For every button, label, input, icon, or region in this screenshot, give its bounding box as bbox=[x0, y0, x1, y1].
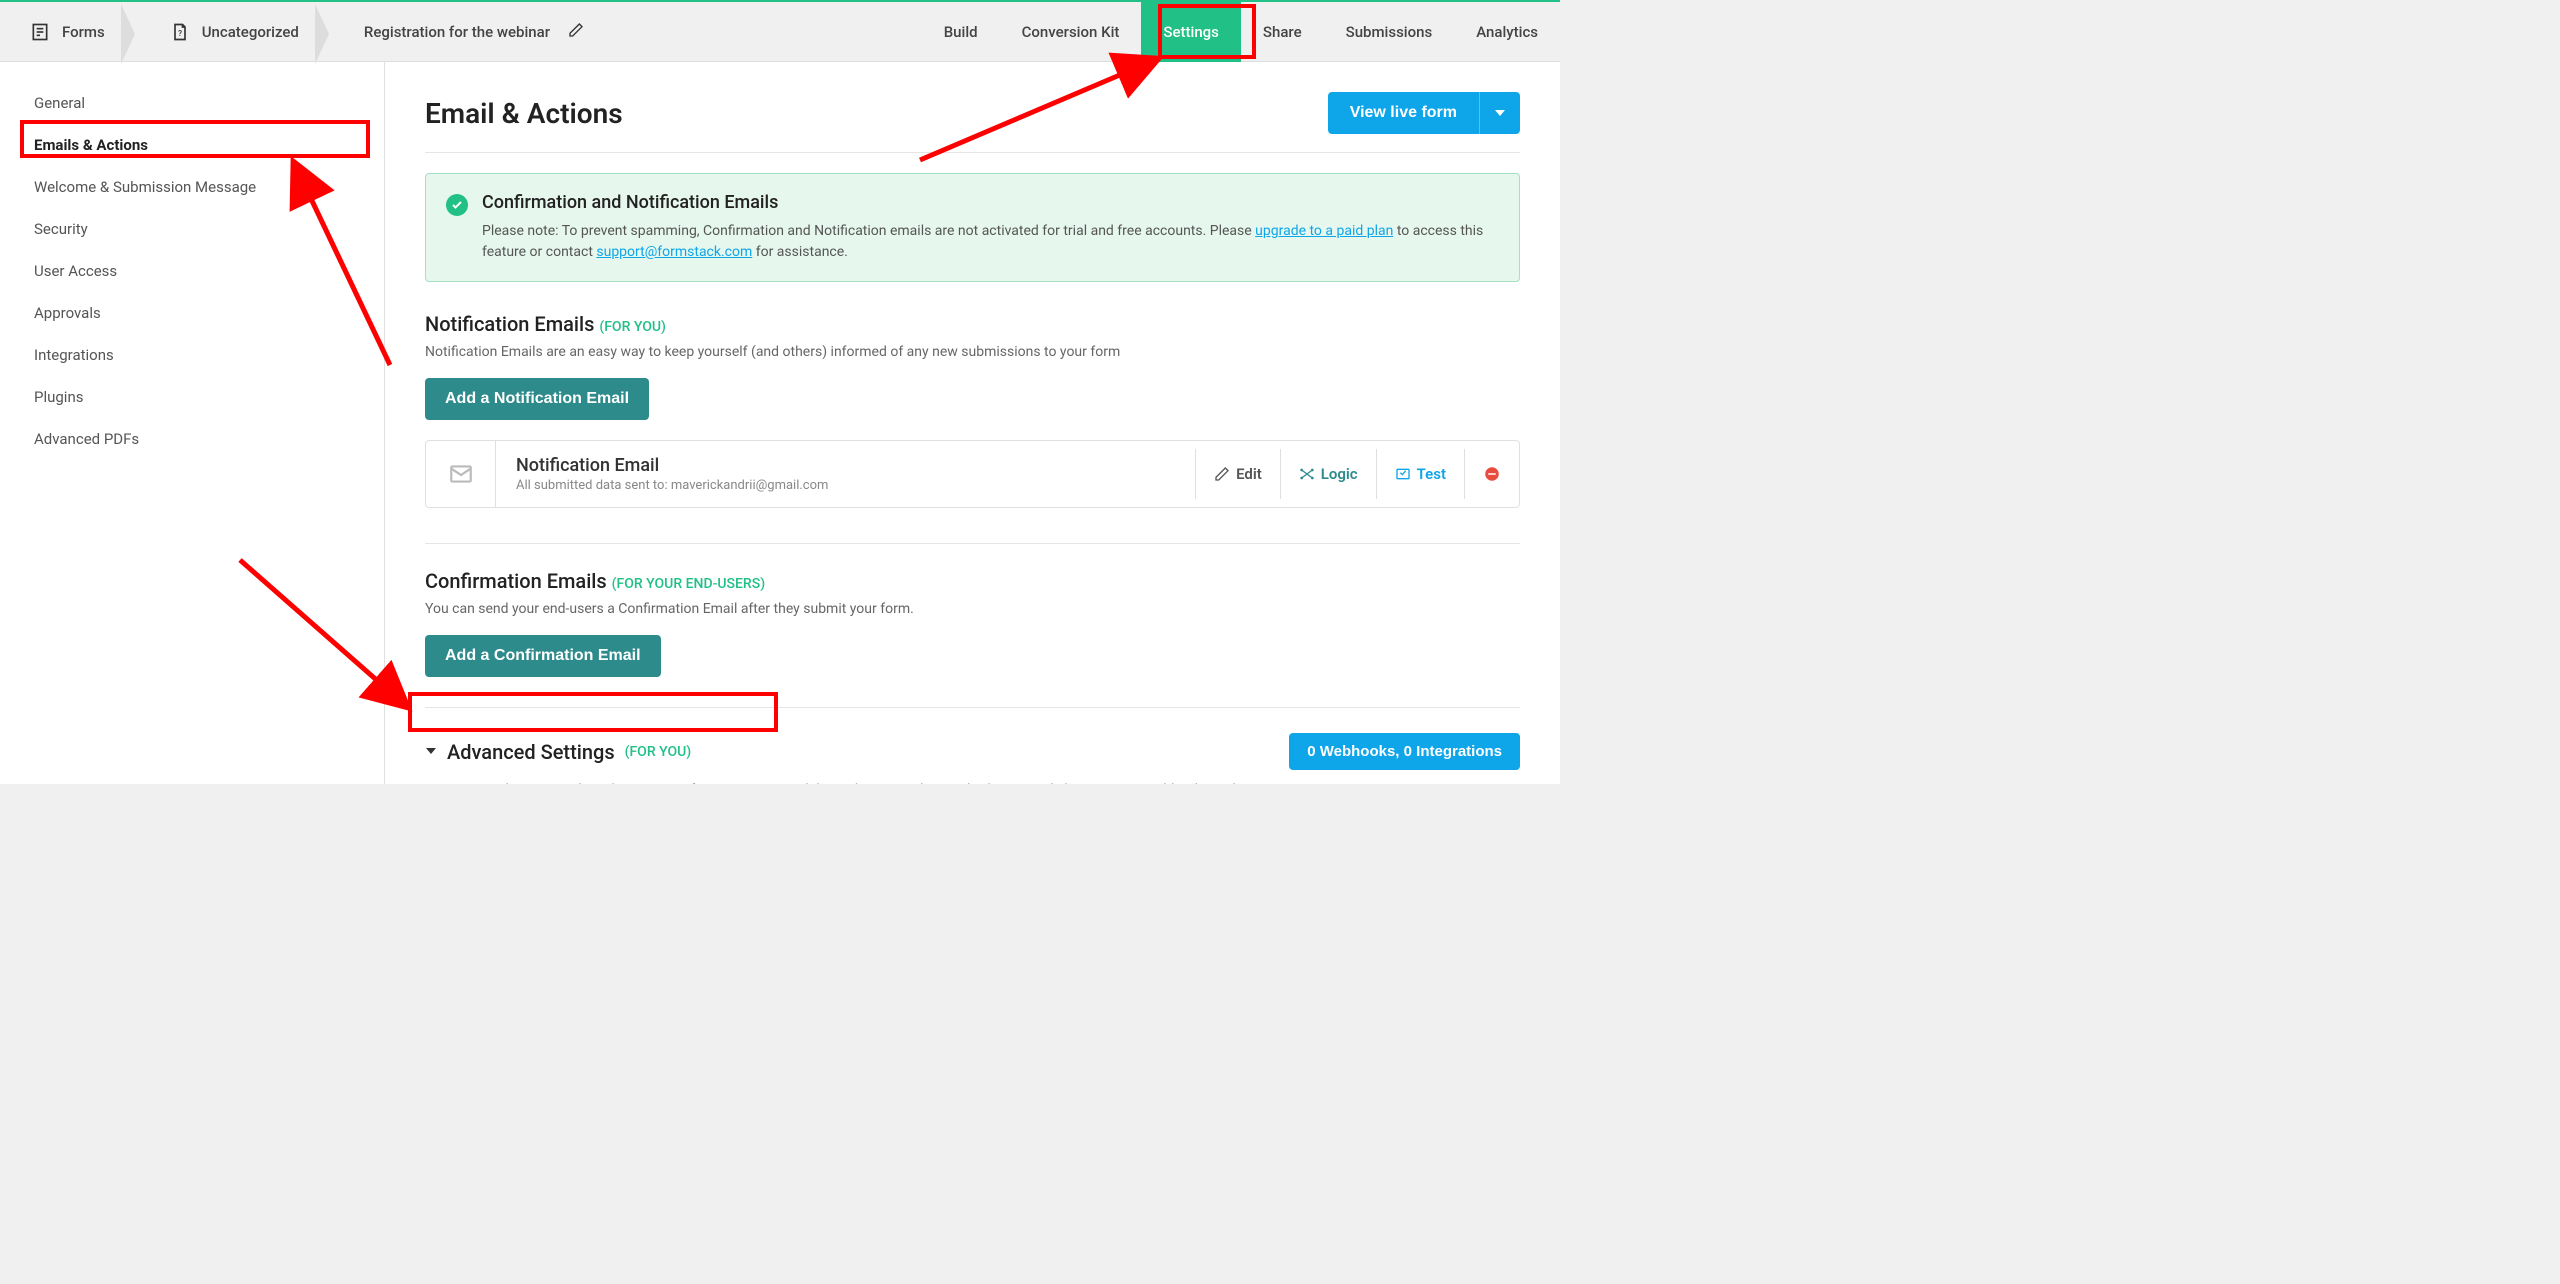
notif-title-text: Notification Emails bbox=[425, 312, 599, 336]
breadcrumb-form-label: Registration for the webinar bbox=[364, 23, 550, 41]
breadcrumb-forms-label: Forms bbox=[62, 23, 105, 41]
sidebar-item-advanced-pdfs[interactable]: Advanced PDFs bbox=[0, 418, 384, 460]
tab-conversion-kit[interactable]: Conversion Kit bbox=[1000, 2, 1142, 62]
pencil-icon[interactable] bbox=[568, 22, 584, 42]
divider-2 bbox=[425, 707, 1520, 708]
page-title: Email & Actions bbox=[425, 97, 623, 130]
nav-tabs: Build Conversion Kit Settings Share Subm… bbox=[922, 2, 1560, 62]
caret-down-icon bbox=[425, 742, 437, 761]
notification-email-card: Notification Email All submitted data se… bbox=[425, 440, 1520, 508]
content: Email & Actions View live form Confirmat… bbox=[385, 62, 1560, 784]
support-link[interactable]: support@formstack.com bbox=[596, 244, 752, 260]
tab-share[interactable]: Share bbox=[1241, 2, 1324, 62]
tab-analytics[interactable]: Analytics bbox=[1454, 2, 1560, 62]
view-live-group: View live form bbox=[1328, 92, 1520, 134]
add-confirmation-button[interactable]: Add a Confirmation Email bbox=[425, 635, 661, 677]
logic-label: Logic bbox=[1321, 465, 1358, 483]
sidebar: General Emails & Actions Welcome & Submi… bbox=[0, 62, 385, 784]
divider bbox=[425, 543, 1520, 544]
tab-build[interactable]: Build bbox=[922, 2, 1000, 62]
tab-settings[interactable]: Settings bbox=[1141, 2, 1241, 62]
breadcrumb-folder[interactable]: ? Uncategorized bbox=[140, 22, 334, 42]
forms-icon bbox=[30, 22, 50, 42]
confirm-title-text: Confirmation Emails bbox=[425, 569, 612, 593]
test-label: Test bbox=[1417, 465, 1446, 483]
notif-for-tag: (FOR YOU) bbox=[599, 319, 666, 335]
notification-section-title: Notification Emails (FOR YOU) bbox=[425, 312, 1520, 336]
notice-text: Please note: To prevent spamming, Confir… bbox=[482, 221, 1499, 263]
notice-title: Confirmation and Notification Emails bbox=[482, 192, 1499, 213]
check-icon bbox=[446, 194, 468, 216]
logic-button[interactable]: Logic bbox=[1280, 449, 1376, 499]
breadcrumb: Forms ? Uncategorized Registration for t… bbox=[0, 22, 619, 42]
sidebar-item-emails-actions[interactable]: Emails & Actions bbox=[0, 124, 384, 166]
view-live-dropdown[interactable] bbox=[1479, 92, 1520, 134]
view-live-button[interactable]: View live form bbox=[1328, 92, 1479, 134]
sidebar-item-security[interactable]: Security bbox=[0, 208, 384, 250]
upgrade-link[interactable]: upgrade to a paid plan bbox=[1255, 223, 1393, 239]
webhooks-integrations-button[interactable]: 0 Webhooks, 0 Integrations bbox=[1289, 733, 1520, 770]
svg-text:?: ? bbox=[178, 29, 182, 39]
edit-label: Edit bbox=[1236, 465, 1262, 483]
confirm-for-tag: (FOR YOUR END-USERS) bbox=[612, 576, 765, 592]
edit-button[interactable]: Edit bbox=[1195, 449, 1280, 499]
test-button[interactable]: Test bbox=[1376, 449, 1464, 499]
sidebar-item-general[interactable]: General bbox=[0, 82, 384, 124]
advanced-desc: Anytime a submission takes place on your… bbox=[425, 782, 1520, 784]
sidebar-item-approvals[interactable]: Approvals bbox=[0, 292, 384, 334]
folder-icon: ? bbox=[170, 22, 190, 42]
notice-text-after: for assistance. bbox=[752, 244, 848, 260]
breadcrumb-forms[interactable]: Forms bbox=[30, 22, 140, 42]
add-notification-button[interactable]: Add a Notification Email bbox=[425, 378, 649, 420]
notice-text-before: Please note: To prevent spamming, Confir… bbox=[482, 223, 1255, 239]
advanced-for-tag: (FOR YOU) bbox=[625, 744, 692, 760]
sidebar-item-plugins[interactable]: Plugins bbox=[0, 376, 384, 418]
notice-box: Confirmation and Notification Emails Ple… bbox=[425, 173, 1520, 282]
breadcrumb-folder-label: Uncategorized bbox=[202, 23, 299, 41]
advanced-title: Advanced Settings bbox=[447, 740, 615, 764]
breadcrumb-form[interactable]: Registration for the webinar bbox=[334, 22, 619, 42]
header: Forms ? Uncategorized Registration for t… bbox=[0, 2, 1560, 62]
notification-section-desc: Notification Emails are an easy way to k… bbox=[425, 344, 1520, 360]
sidebar-item-user-access[interactable]: User Access bbox=[0, 250, 384, 292]
email-card-title: Notification Email bbox=[516, 455, 1175, 476]
email-card-sub: All submitted data sent to: maverickandr… bbox=[516, 478, 1175, 493]
mail-icon bbox=[426, 441, 496, 507]
remove-button[interactable] bbox=[1464, 449, 1519, 499]
tab-submissions[interactable]: Submissions bbox=[1324, 2, 1455, 62]
confirmation-section-title: Confirmation Emails (FOR YOUR END-USERS) bbox=[425, 569, 1520, 593]
sidebar-item-integrations[interactable]: Integrations bbox=[0, 334, 384, 376]
advanced-settings-toggle[interactable]: Advanced Settings (FOR YOU) bbox=[425, 740, 691, 764]
confirmation-section-desc: You can send your end-users a Confirmati… bbox=[425, 601, 1520, 617]
sidebar-item-welcome[interactable]: Welcome & Submission Message bbox=[0, 166, 384, 208]
